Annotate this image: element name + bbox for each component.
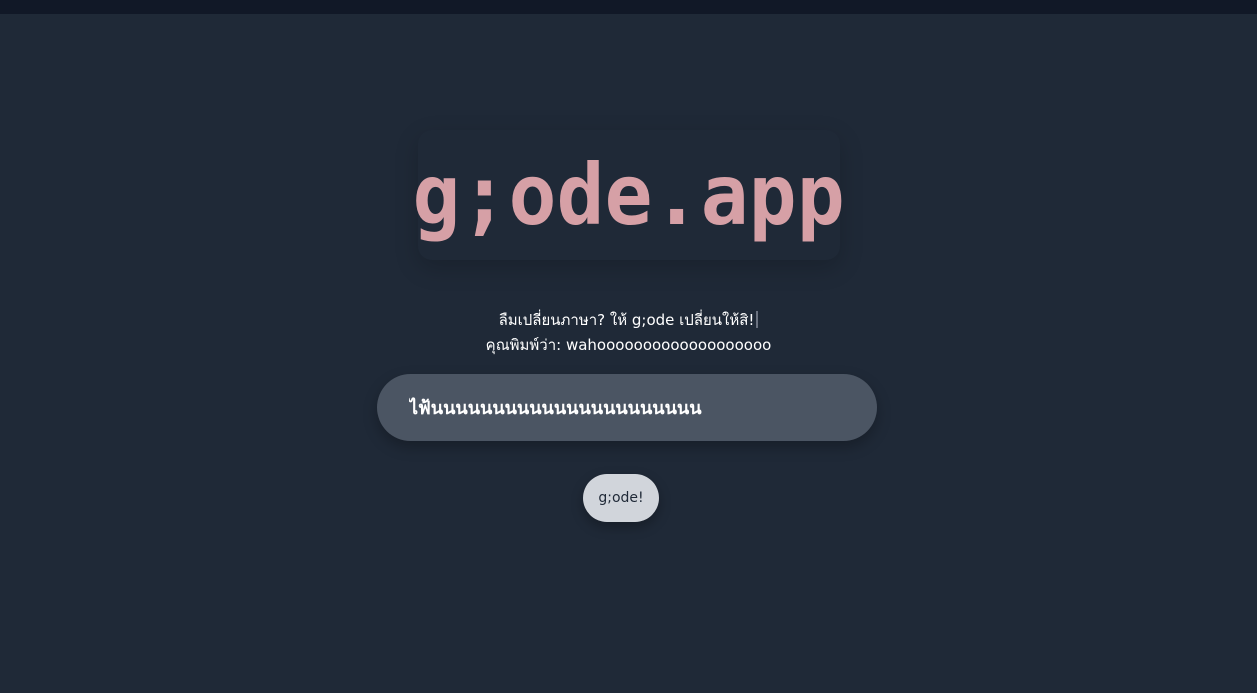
typed-value: wahooooooooooooooooooo (565, 336, 772, 354)
typing-caret (756, 311, 759, 328)
gode-button[interactable]: g;ode! (583, 474, 659, 522)
tagline: ลืมเปลี่ยนภาษา? ให้ g;ode เปลี่ยนให้สิ! (0, 308, 1257, 332)
tagline-text: ลืมเปลี่ยนภาษา? ให้ g;ode เปลี่ยนให้สิ! (498, 311, 755, 329)
logo-text: g;ode.app (412, 146, 846, 244)
typed-label: คุณพิมพ์ว่า: (485, 336, 562, 354)
typed-readout: คุณพิมพ์ว่า: wahooooooooooooooooooo (0, 333, 1257, 357)
input-container (377, 374, 877, 441)
text-input[interactable] (377, 374, 877, 441)
logo: g;ode.app (413, 130, 845, 260)
top-bar (0, 0, 1257, 14)
